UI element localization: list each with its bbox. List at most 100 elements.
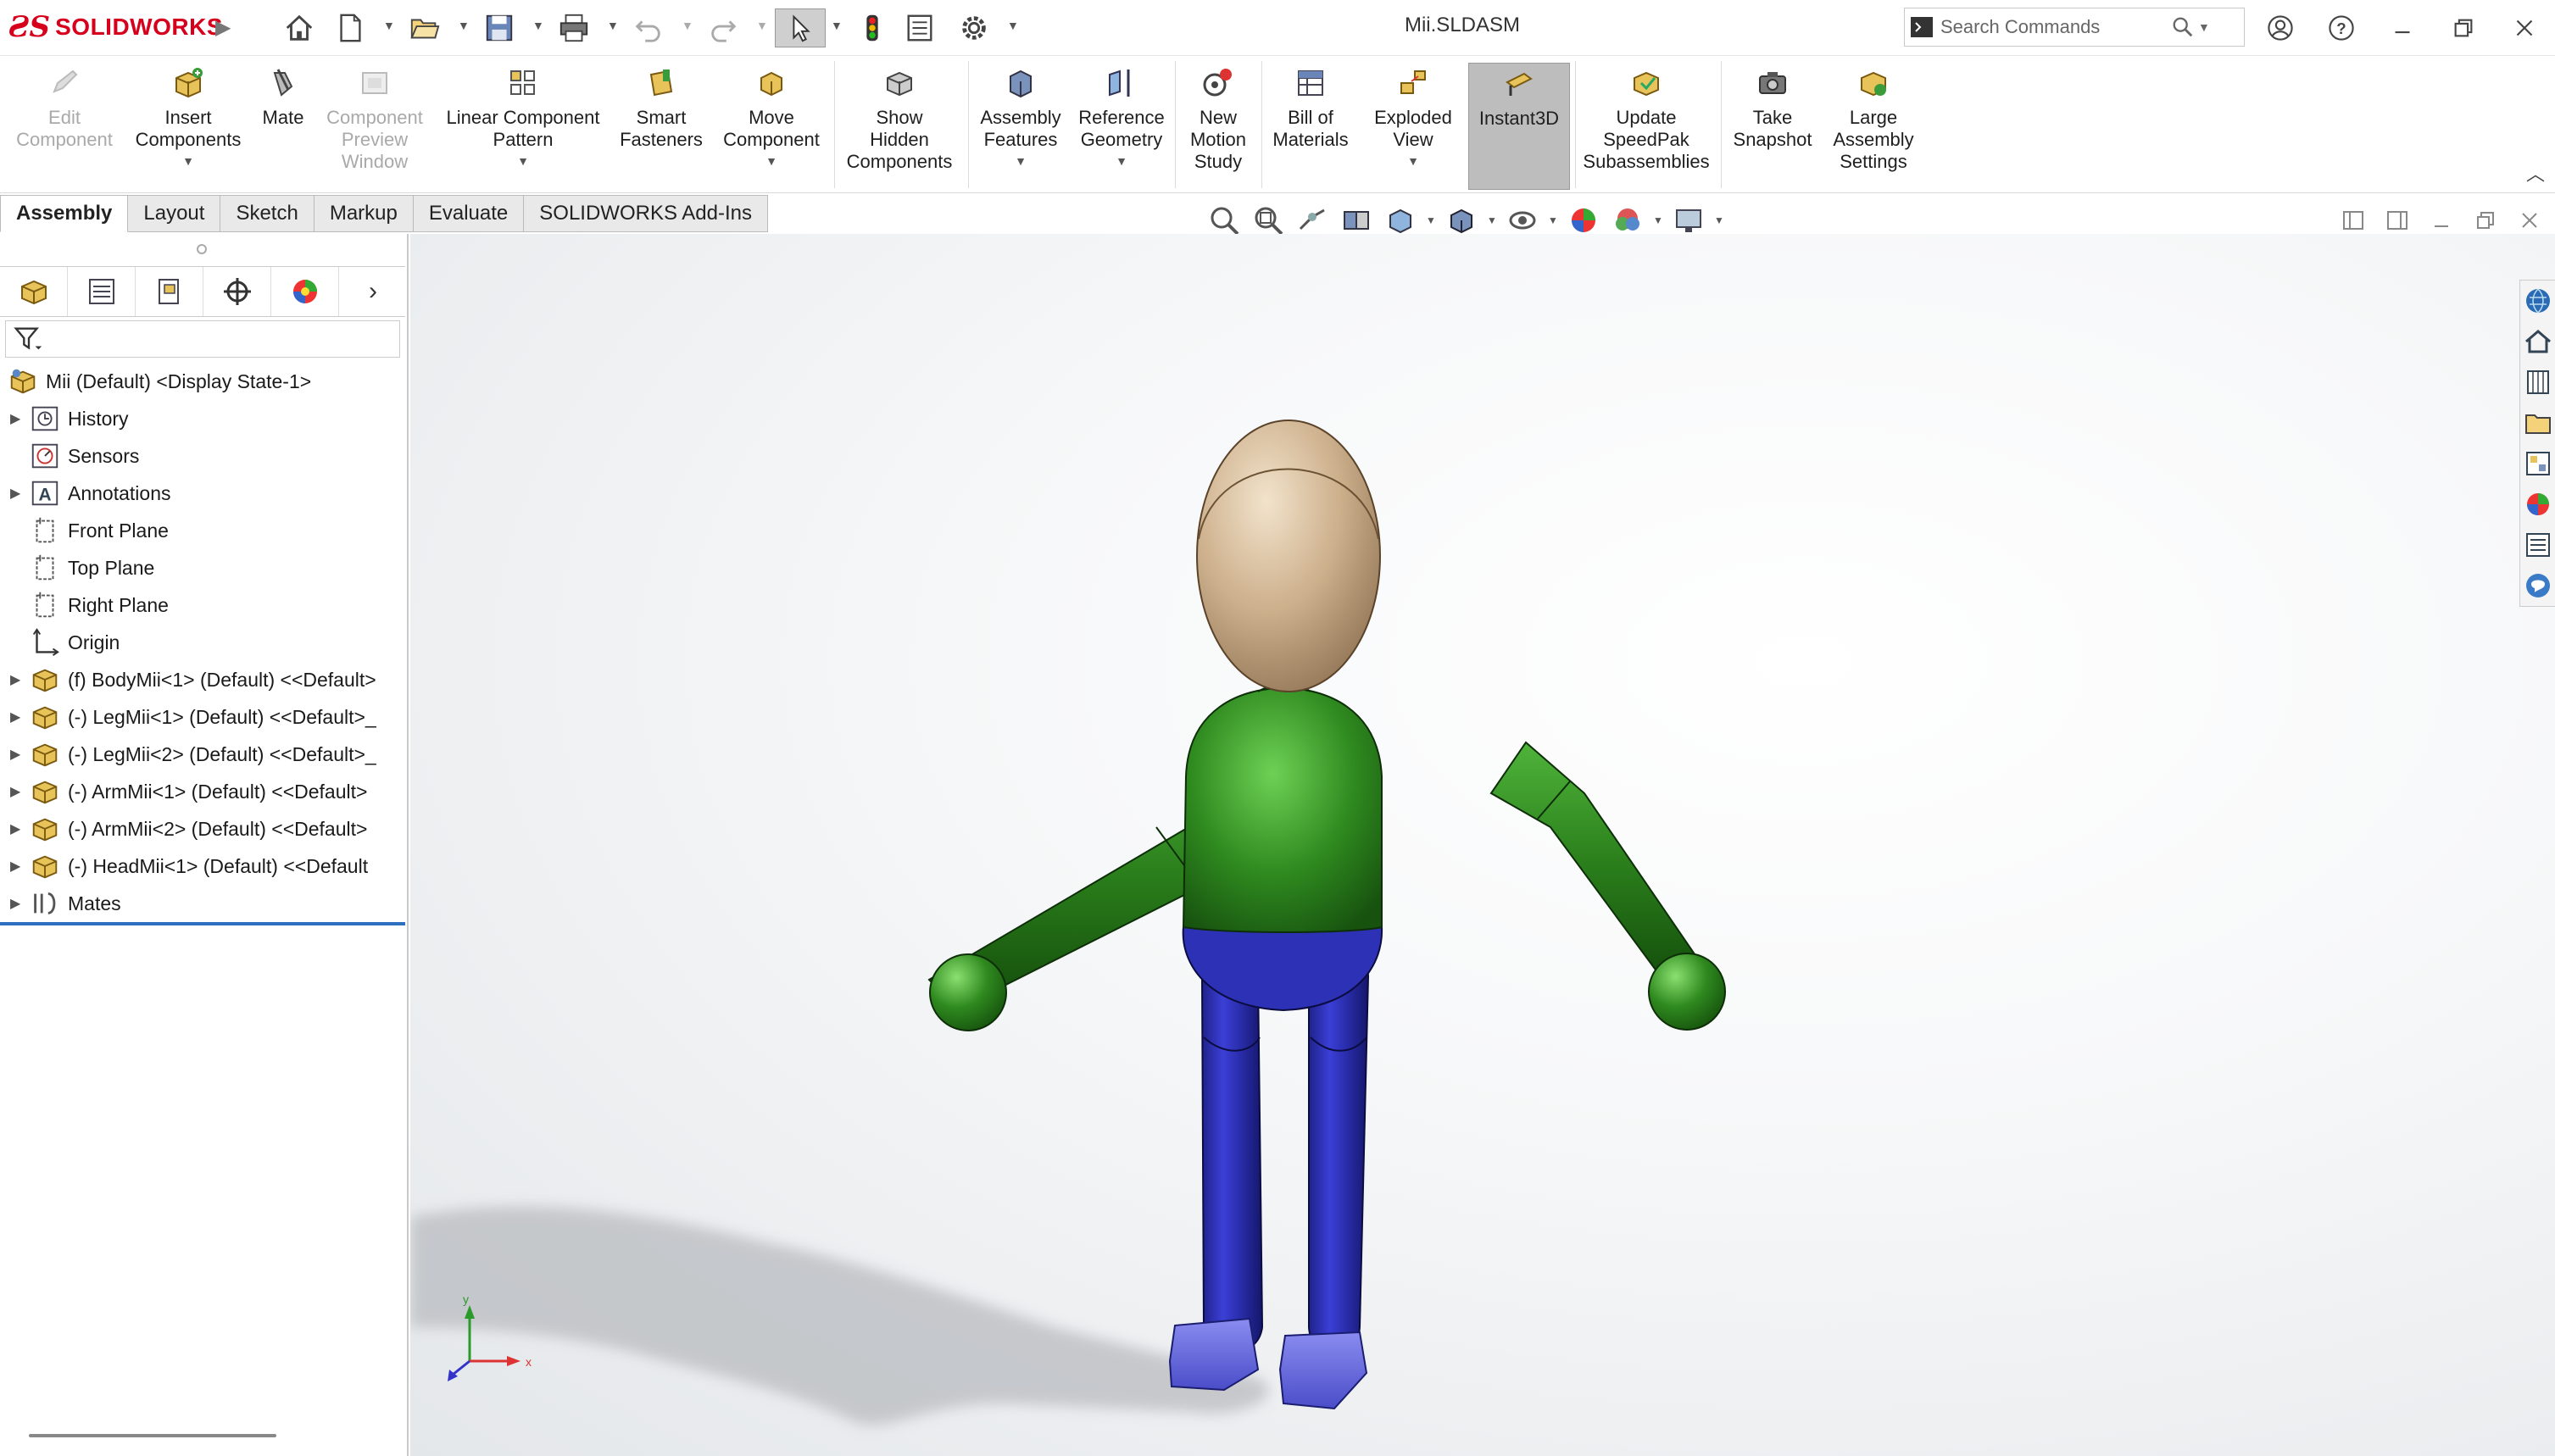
view-orientation-dropdown-icon[interactable]: ▼	[1422, 214, 1439, 226]
tree-node-legmii-1[interactable]: ▶ (-) LegMii<1> (Default) <<Default>_	[0, 698, 405, 736]
leg-left[interactable]	[1168, 956, 1264, 1392]
panel-splitter-handle[interactable]	[197, 244, 207, 254]
tab-assembly[interactable]: Assembly	[0, 195, 129, 232]
new-document-icon[interactable]	[334, 8, 366, 47]
select-dropdown-icon[interactable]: ▼	[831, 19, 843, 32]
edit-component-button[interactable]: Edit Component	[7, 63, 122, 190]
new-dropdown-icon[interactable]: ▼	[383, 19, 395, 32]
search-icon[interactable]	[2168, 15, 2198, 39]
show-hidden-components-button[interactable]: Show Hidden Components	[839, 63, 960, 190]
redo-dropdown-icon[interactable]: ▼	[756, 19, 768, 32]
tree-node-armmii-1[interactable]: ▶ (-) ArmMii<1> (Default) <<Default>	[0, 773, 405, 810]
assembly-features-dropdown-icon[interactable]: ▼	[1015, 154, 1027, 168]
tree-node-origin[interactable]: Origin	[0, 624, 405, 661]
expand-arrow-icon[interactable]: ▶	[10, 485, 29, 502]
home-pane-icon[interactable]	[2520, 321, 2555, 362]
tree-root-assembly[interactable]: Mii (Default) <Display State-1>	[0, 363, 405, 400]
more-tabs-chevron-icon[interactable]: ›	[341, 267, 405, 316]
feature-manager-tree-icon[interactable]	[0, 267, 68, 316]
leg-right[interactable]	[1278, 956, 1370, 1410]
tree-node-legmii-2[interactable]: ▶ (-) LegMii<2> (Default) <<Default>_	[0, 736, 405, 773]
undo-icon[interactable]	[632, 8, 665, 47]
smart-fasteners-button[interactable]: Smart Fasteners	[614, 63, 709, 190]
expand-arrow-icon[interactable]: ▶	[10, 783, 29, 800]
tab-markup[interactable]: Markup	[314, 195, 414, 232]
search-input[interactable]	[1939, 15, 2168, 39]
appearances-scenes-icon[interactable]	[2520, 484, 2555, 525]
select-icon[interactable]	[775, 8, 826, 47]
viewport-close-icon[interactable]	[2514, 205, 2545, 236]
expand-arrow-icon[interactable]: ▶	[10, 895, 29, 912]
tree-node-history[interactable]: ▶ History	[0, 400, 405, 437]
mii-assembly-model[interactable]	[410, 234, 2555, 1456]
collapse-ribbon-icon[interactable]: ︿	[2526, 159, 2545, 186]
search-dropdown-icon[interactable]: ▼	[2198, 20, 2210, 34]
instant3d-button[interactable]: Instant3D	[1468, 63, 1570, 190]
viewport-tile-left-icon[interactable]	[2338, 205, 2369, 236]
expand-arrow-icon[interactable]: ▶	[10, 410, 29, 427]
property-manager-icon[interactable]	[68, 267, 136, 316]
tree-node-bodymii-1[interactable]: ▶ (f) BodyMii<1> (Default) <<Default>	[0, 661, 405, 698]
component-preview-window-button[interactable]: Component Preview Window	[320, 63, 429, 190]
tree-node-annotations[interactable]: ▶ A Annotations	[0, 475, 405, 512]
undo-dropdown-icon[interactable]: ▼	[682, 19, 693, 32]
file-explorer-icon[interactable]	[2520, 403, 2555, 443]
menu-expand-icon[interactable]: ▶	[215, 15, 231, 40]
solidworks-logo[interactable]: ƧS SOLIDWORKS	[8, 10, 223, 44]
exploded-view-dropdown-icon[interactable]: ▼	[1407, 154, 1419, 168]
tree-node-right-plane[interactable]: Right Plane	[0, 586, 405, 624]
horizontal-scrollbar[interactable]	[29, 1434, 276, 1437]
bill-of-materials-button[interactable]: Bill of Materials	[1266, 63, 1355, 190]
tree-node-mates[interactable]: ▶ Mates	[0, 885, 405, 922]
tab-evaluate[interactable]: Evaluate	[413, 195, 525, 232]
user-account-icon[interactable]	[2262, 8, 2299, 47]
home-icon[interactable]	[283, 8, 315, 47]
view-settings-dropdown-icon[interactable]: ▼	[1711, 214, 1728, 226]
insert-components-dropdown-icon[interactable]: ▼	[182, 154, 194, 168]
move-component-dropdown-icon[interactable]: ▼	[765, 154, 777, 168]
dimxpert-manager-icon[interactable]	[203, 267, 271, 316]
search-commands-box[interactable]: ▼	[1904, 8, 2245, 47]
tree-filter[interactable]	[5, 320, 400, 358]
apply-scene-dropdown-icon[interactable]: ▼	[1650, 214, 1667, 226]
head[interactable]	[1196, 420, 1381, 692]
open-dropdown-icon[interactable]: ▼	[458, 19, 470, 32]
hide-show-dropdown-icon[interactable]: ▼	[1545, 214, 1561, 226]
save-icon[interactable]	[483, 8, 515, 47]
linear-component-pattern-button[interactable]: Linear Component Pattern ▼	[439, 63, 607, 190]
tab-layout[interactable]: Layout	[128, 195, 221, 232]
expand-arrow-icon[interactable]: ▶	[10, 746, 29, 763]
arm-right[interactable]	[1489, 741, 1726, 1031]
options-icon[interactable]	[958, 8, 990, 47]
file-properties-icon[interactable]	[904, 8, 936, 47]
expand-arrow-icon[interactable]: ▶	[10, 671, 29, 688]
save-dropdown-icon[interactable]: ▼	[532, 19, 544, 32]
design-library-icon[interactable]	[2520, 362, 2555, 403]
viewport-restore-icon[interactable]	[2470, 205, 2501, 236]
minimize-icon[interactable]	[2384, 8, 2421, 47]
tree-node-front-plane[interactable]: Front Plane	[0, 512, 405, 549]
tree-node-top-plane[interactable]: Top Plane	[0, 549, 405, 586]
graphics-area[interactable]: y x	[410, 234, 2555, 1456]
exploded-view-button[interactable]: Exploded View ▼	[1363, 63, 1463, 190]
viewport-tile-right-icon[interactable]	[2382, 205, 2413, 236]
torso[interactable]	[1182, 683, 1383, 1012]
tree-node-sensors[interactable]: Sensors	[0, 437, 405, 475]
viewport-minimize-icon[interactable]	[2426, 205, 2457, 236]
redo-icon[interactable]	[707, 8, 739, 47]
reference-geometry-dropdown-icon[interactable]: ▼	[1116, 154, 1127, 168]
expand-arrow-icon[interactable]: ▶	[10, 709, 29, 725]
mate-button[interactable]: Mate	[253, 63, 314, 190]
print-icon[interactable]	[558, 8, 590, 47]
custom-properties-icon[interactable]	[2520, 525, 2555, 565]
expand-arrow-icon[interactable]: ▶	[10, 858, 29, 875]
tree-node-armmii-2[interactable]: ▶ (-) ArmMii<2> (Default) <<Default>	[0, 810, 405, 847]
move-component-button[interactable]: Move Component ▼	[717, 63, 826, 190]
linear-pattern-dropdown-icon[interactable]: ▼	[517, 154, 529, 168]
restore-icon[interactable]	[2445, 8, 2482, 47]
update-speedpak-button[interactable]: Update SpeedPak Subassemblies	[1578, 63, 1714, 190]
help-icon[interactable]: ?	[2323, 8, 2360, 47]
insert-components-button[interactable]: Insert Components ▼	[134, 63, 242, 190]
print-dropdown-icon[interactable]: ▼	[607, 19, 619, 32]
take-snapshot-button[interactable]: Take Snapshot	[1726, 63, 1819, 190]
